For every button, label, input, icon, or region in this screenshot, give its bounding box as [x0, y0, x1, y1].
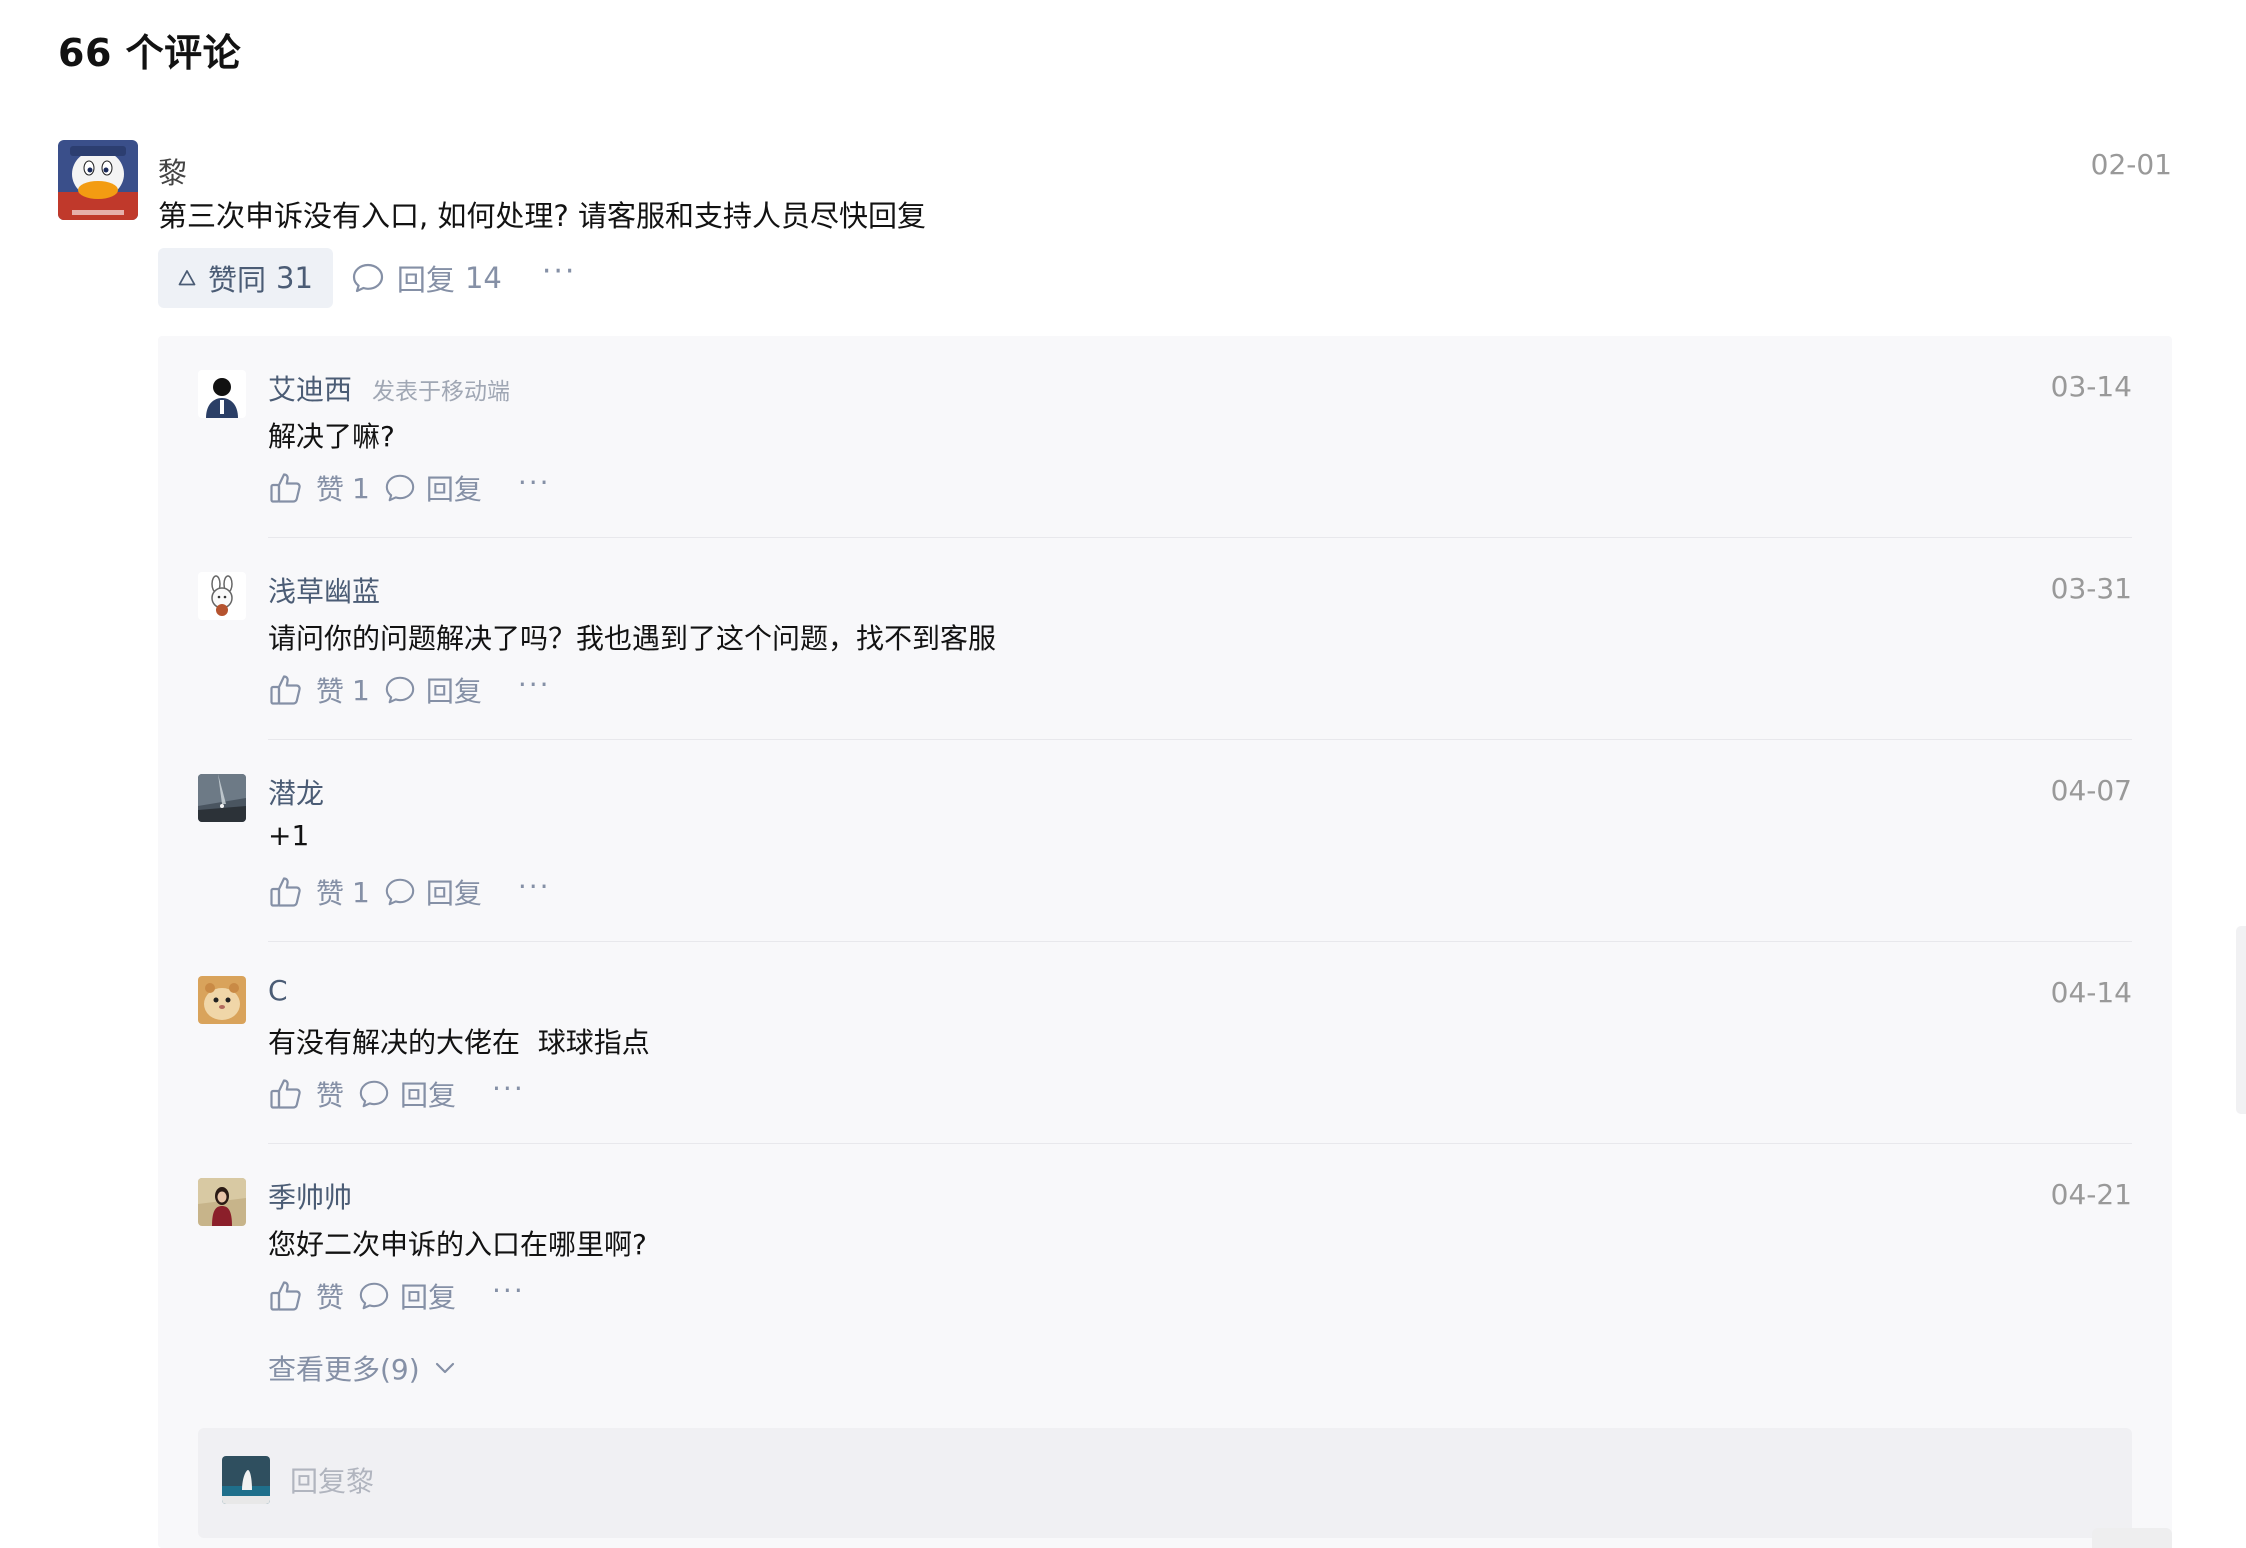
more-options-button[interactable]: ··· [518, 873, 551, 901]
reply-author[interactable]: 浅草幽蓝 [268, 570, 380, 610]
reply-content: 有没有解决的大佬在 球球指点 [268, 1026, 650, 1059]
back-to-top-button[interactable] [2092, 1528, 2172, 1548]
reply-header: 艾迪西 发表于移动端 [268, 368, 510, 408]
like-label: 赞 [316, 877, 345, 910]
agree-button[interactable]: 赞同 31 [158, 248, 333, 308]
comment-count-title: 66 个评论 [58, 31, 242, 75]
view-more-label: 查看更多(9) [268, 1353, 420, 1386]
like-button[interactable]: 赞 [268, 1074, 344, 1114]
speech-bubble-icon [385, 474, 415, 502]
like-count: 1 [352, 471, 370, 505]
reply-author[interactable]: 艾迪西 [268, 368, 352, 408]
like-button[interactable]: 赞 1 [268, 468, 370, 508]
like-label: 赞 [316, 1281, 345, 1314]
thumbs-up-icon [270, 1281, 301, 1311]
scrollbar[interactable] [2236, 926, 2246, 1114]
portrait-avatar[interactable] [198, 1178, 246, 1226]
reply-count: 14 [464, 261, 502, 295]
comment-author[interactable]: 黎 [158, 150, 187, 192]
replies-panel: 艾迪西 发表于移动端 03-14 解决了嘛? 赞 1 回复 ··· 浅草幽蓝 0… [158, 336, 2172, 1548]
chevron-down-icon [435, 1362, 454, 1374]
reply-button[interactable]: 回复 [358, 1074, 456, 1114]
reply-actions: 赞 回复 ··· [268, 1074, 525, 1114]
reply-date: 04-07 [2050, 774, 2132, 807]
reply-label: 回复 [425, 675, 482, 708]
reply-item: 季帅帅 04-21 您好二次申诉的入口在哪里啊? 赞 回复 ··· [198, 1144, 2132, 1346]
speech-bubble-icon [359, 1282, 389, 1310]
reply-actions: 赞 1 回复 ··· [268, 872, 551, 912]
reply-author[interactable]: C [268, 974, 288, 1007]
speech-bubble-icon [359, 1080, 389, 1108]
view-more-button[interactable]: 查看更多(9) [268, 1348, 458, 1388]
like-button[interactable]: 赞 1 [268, 670, 370, 710]
night-sky-avatar[interactable] [198, 774, 246, 822]
reply-content: +1 [268, 819, 310, 852]
more-options-button[interactable]: ··· [492, 1277, 525, 1305]
reply-button[interactable]: 回复 [384, 670, 482, 710]
reply-content: 请问你的问题解决了吗？我也遇到了这个问题，找不到客服 [268, 622, 997, 655]
triangle-up-icon [178, 270, 196, 286]
more-options-button[interactable]: ··· [542, 257, 577, 287]
landscape-avatar [222, 1456, 270, 1504]
reply-date: 04-14 [2050, 976, 2132, 1009]
reply-header: 季帅帅 [268, 1176, 352, 1216]
speech-bubble-icon [352, 263, 384, 293]
reply-item: 艾迪西 发表于移动端 03-14 解决了嘛? 赞 1 回复 ··· [198, 336, 2132, 538]
reply-button[interactable]: 回复 [358, 1276, 456, 1316]
reply-label: 回复 [400, 1079, 457, 1112]
comment-date: 02-01 [2090, 148, 2172, 181]
reply-button[interactable]: 回复 [384, 468, 482, 508]
reply-item: C 04-14 有没有解决的大佬在 球球指点 赞 回复 ··· [198, 942, 2132, 1144]
reply-item: 浅草幽蓝 03-31 请问你的问题解决了吗？我也遇到了这个问题，找不到客服 赞 … [198, 538, 2132, 740]
reply-item: 潜龙 04-07 +1 赞 1 回复 ··· [198, 740, 2132, 942]
comment-content: 第三次申诉没有入口, 如何处理? 请客服和支持人员尽快回复 [158, 199, 927, 233]
agree-count: 31 [276, 261, 313, 295]
more-options-button[interactable]: ··· [518, 671, 551, 699]
sketch-bunny-avatar[interactable] [198, 572, 246, 620]
reply-header: 潜龙 [268, 772, 324, 812]
reply-date: 03-14 [2050, 370, 2132, 403]
reply-label: 回复 [425, 473, 482, 506]
like-label: 赞 [316, 1079, 345, 1112]
reply-actions: 赞 1 回复 ··· [268, 468, 551, 508]
like-count: 1 [352, 673, 370, 707]
speech-bubble-icon [385, 878, 415, 906]
reply-content: 您好二次申诉的入口在哪里啊? [268, 1228, 647, 1261]
like-label: 赞 [316, 473, 345, 506]
hamster-avatar[interactable] [198, 976, 246, 1024]
reply-author[interactable]: 潜龙 [268, 772, 324, 812]
reply-content: 解决了嘛? [268, 420, 395, 453]
reply-input[interactable] [288, 1448, 2092, 1514]
thumbs-up-icon [270, 877, 301, 907]
reply-label: 回复 [400, 1281, 457, 1314]
speech-bubble-icon [385, 676, 415, 704]
silhouette-avatar[interactable] [198, 370, 246, 418]
agree-label: 赞同 [208, 263, 267, 297]
thumbs-up-icon [270, 1079, 301, 1109]
like-count: 1 [352, 875, 370, 909]
reply-label: 回复 [425, 877, 482, 910]
cartoon-duck-avatar[interactable] [58, 140, 138, 220]
reply-button[interactable]: 回复 14 [351, 257, 502, 299]
reply-date: 03-31 [2050, 572, 2132, 605]
reply-header: 浅草幽蓝 [268, 570, 380, 610]
thumbs-up-icon [270, 473, 301, 503]
reply-actions: 赞 回复 ··· [268, 1276, 525, 1316]
more-options-button[interactable]: ··· [492, 1075, 525, 1103]
posted-from-mobile-label: 发表于移动端 [372, 379, 511, 405]
reply-label: 回复 [396, 263, 455, 297]
reply-author[interactable]: 季帅帅 [268, 1176, 352, 1216]
reply-button[interactable]: 回复 [384, 872, 482, 912]
like-label: 赞 [316, 675, 345, 708]
more-options-button[interactable]: ··· [518, 469, 551, 497]
like-button[interactable]: 赞 [268, 1276, 344, 1316]
comment-actions: 赞同 31 回复 14 ··· [158, 248, 576, 308]
thumbs-up-icon [270, 675, 301, 705]
reply-compose-box [198, 1428, 2132, 1538]
reply-date: 04-21 [2050, 1178, 2132, 1211]
reply-header: C [268, 974, 288, 1007]
like-button[interactable]: 赞 1 [268, 872, 370, 912]
reply-actions: 赞 1 回复 ··· [268, 670, 551, 710]
